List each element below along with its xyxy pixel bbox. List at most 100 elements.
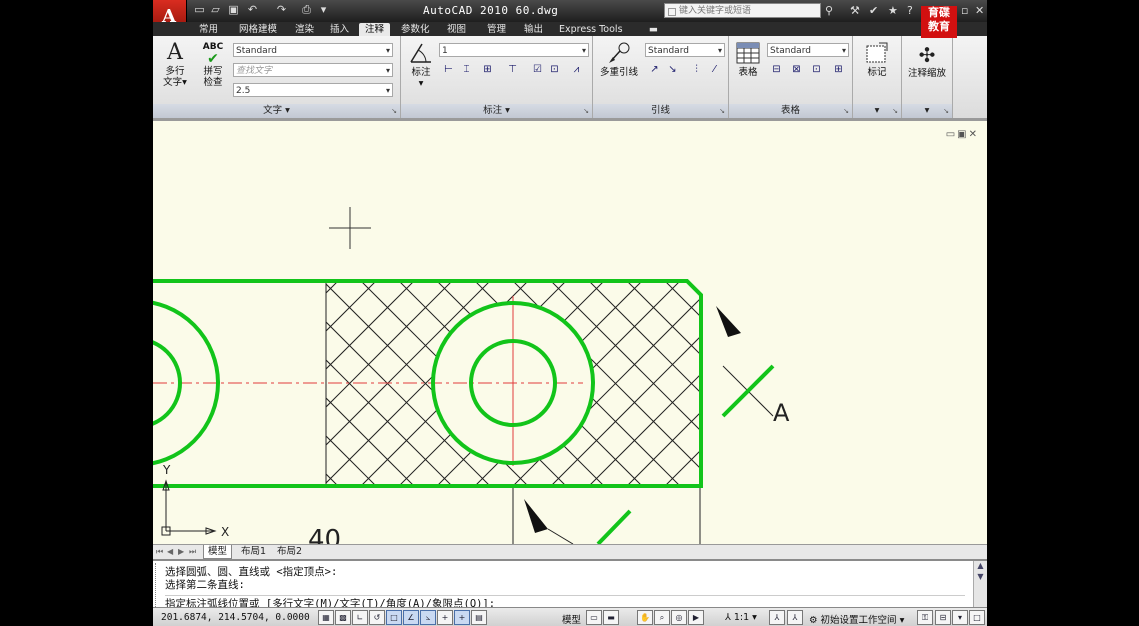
annotation-scale-status[interactable]: ⅄ 1:1 ▾ [725, 612, 757, 623]
dim-continue-icon[interactable]: ⊤ [505, 63, 520, 77]
drawing-canvas[interactable]: ▭▣✕ A 40 Y X [153, 121, 987, 544]
table-button[interactable]: 表格 [733, 42, 763, 78]
dim-jog-icon[interactable]: ⊡ [547, 63, 562, 77]
dim-linear-icon[interactable]: ⊢ [441, 63, 456, 77]
ortho-mode-icon[interactable]: ∟ [352, 610, 368, 625]
markup-button[interactable]: 标记 [861, 42, 893, 78]
open-icon[interactable]: ▱ [209, 4, 222, 16]
dim-space-icon[interactable]: ⊞ [480, 63, 495, 77]
tab-home[interactable]: 常用 [193, 23, 224, 36]
pan-icon[interactable]: ✋ [637, 610, 653, 625]
command-grip[interactable] [155, 563, 161, 607]
find-text-input[interactable]: 查找文字 [233, 63, 393, 78]
isolate-icon[interactable]: ⊟ [935, 610, 951, 625]
scroll-up-icon[interactable]: ▲ [974, 561, 987, 570]
workspace-switch[interactable]: ⚙ 初始设置工作空间 ▾ [809, 612, 904, 626]
command-window[interactable]: 选择圆弧、圆、直线或 <指定顶点>: 选择第二条直线: 指定标注弧线位置或 [多… [153, 559, 987, 610]
leader-collect-icon[interactable]: ⁄ [707, 63, 722, 77]
zoom-icon[interactable]: ⌕ [654, 610, 670, 625]
tab-view[interactable]: 视图 [441, 23, 472, 36]
first-tab-icon[interactable]: ⏮ [156, 547, 163, 557]
status-menu-icon[interactable]: ▾ [952, 610, 968, 625]
table-link-icon[interactable]: ⊠ [789, 63, 804, 77]
save-icon[interactable]: ▣ [227, 4, 240, 16]
scroll-down-icon[interactable]: ▼ [974, 572, 987, 581]
table-download-icon[interactable]: ⊡ [809, 63, 824, 77]
annotation-scale-button[interactable]: ✣ 注释缩放 [904, 42, 950, 79]
dimension-dropdown-icon[interactable]: ▾ [405, 78, 437, 89]
quick-view-drawings-icon[interactable]: ▬ [603, 610, 619, 625]
ducs-icon[interactable]: ⦣ [420, 610, 436, 625]
leader-align-icon[interactable]: ⫶ [689, 63, 704, 77]
close-icon[interactable]: ✕ [975, 4, 984, 17]
quick-properties-icon[interactable]: ▤ [471, 610, 487, 625]
multiline-text-button[interactable]: A 多行 文字▾ [159, 40, 191, 88]
dimension-button[interactable]: 标注 ▾ [405, 40, 437, 89]
table-extract-icon[interactable]: ⊟ [769, 63, 784, 77]
multileader-button[interactable]: 多重引线 [597, 40, 641, 78]
multiline-dropdown-icon[interactable]: ▾ [182, 77, 187, 88]
tab-layout2[interactable]: 布局2 [273, 545, 306, 558]
text-style-select[interactable]: Standard [233, 43, 393, 58]
new-icon[interactable]: ▭ [193, 4, 206, 16]
search-input[interactable]: 键入关键字或短语 [664, 3, 821, 18]
tab-annotate[interactable]: 注释 [359, 23, 391, 36]
quick-view-layouts-icon[interactable]: ▭ [586, 610, 602, 625]
table-upload-icon[interactable]: ⊞ [831, 63, 846, 77]
table-panel-title[interactable]: 表格 [729, 104, 852, 118]
object-snap-tracking-icon[interactable]: ∠ [403, 610, 419, 625]
dynamic-input-icon[interactable]: + [437, 610, 453, 625]
lineweight-icon[interactable]: + [454, 610, 470, 625]
redo-icon[interactable]: ↷ [275, 4, 288, 16]
leader-panel-title[interactable]: 引线 [593, 104, 728, 118]
command-scrollbar[interactable]: ▲ ▼ [973, 561, 987, 609]
last-tab-icon[interactable]: ⏭ [189, 547, 196, 557]
snap-mode-icon[interactable]: ▦ [318, 610, 334, 625]
clean-screen-icon[interactable]: □ [969, 610, 985, 625]
spell-check-button[interactable]: ABC ✔ 拼写 检查 [197, 42, 229, 88]
dim-inspect-icon[interactable]: ☑ [530, 63, 545, 77]
tab-insert[interactable]: 插入 [324, 23, 355, 36]
mleader-style-select[interactable]: Standard [645, 43, 725, 58]
model-space-label[interactable]: 模型 [562, 612, 581, 626]
prev-tab-icon[interactable]: ◀ [167, 547, 173, 556]
object-snap-icon[interactable]: □ [386, 610, 402, 625]
dim-oblique-icon[interactable]: ⩘ [569, 63, 584, 77]
tab-model[interactable]: 模型 [203, 545, 233, 559]
leader-add-icon[interactable]: ↗ [647, 63, 662, 77]
table-style-select[interactable]: Standard [767, 43, 849, 58]
annotation-visibility-icon[interactable]: ⅄ [769, 610, 785, 625]
coordinate-readout[interactable]: 201.6874, 214.5704, 0.0000 [161, 612, 310, 623]
tab-render[interactable]: 渲染 [289, 23, 320, 36]
polar-tracking-icon[interactable]: ↺ [369, 610, 385, 625]
text-panel-title[interactable]: 文字 ▾ [153, 104, 400, 118]
auto-scale-icon[interactable]: ⅄ [787, 610, 803, 625]
qa-dropdown-icon[interactable]: ▾ [317, 4, 330, 16]
dimension-panel-title[interactable]: 标注 ▾ [401, 104, 592, 118]
print-icon[interactable]: ⎙ [300, 4, 313, 16]
dim-break-icon[interactable]: ⌶ [459, 63, 474, 77]
showmotion-icon[interactable]: ▶ [688, 610, 704, 625]
restore-icon[interactable]: ▫ [961, 4, 968, 17]
markup-panel-title[interactable]: ▾ [853, 104, 901, 118]
tab-output[interactable]: 输出 [518, 23, 549, 36]
undo-icon[interactable]: ↶ [246, 4, 259, 16]
lock-icon[interactable]: ⚿ [917, 610, 933, 625]
tab-parametric[interactable]: 参数化 [395, 23, 436, 36]
tab-express-tools[interactable]: Express Tools [553, 23, 629, 36]
next-tab-icon[interactable]: ▶ [178, 547, 184, 556]
text-height-select[interactable]: 2.5 [233, 83, 393, 98]
communication-icon[interactable]: ⚒ [850, 4, 860, 17]
grid-display-icon[interactable]: ▩ [335, 610, 351, 625]
leader-remove-icon[interactable]: ↘ [665, 63, 680, 77]
binoculars-icon[interactable]: ⚲ [825, 4, 833, 17]
tab-toggle-icon[interactable]: ▬ [643, 23, 664, 36]
tab-layout1[interactable]: 布局1 [237, 545, 270, 558]
tab-mesh-modeling[interactable]: 网格建模 [233, 23, 283, 36]
help-icon[interactable]: ? [907, 4, 913, 17]
dim-style-select[interactable]: 1 [439, 43, 589, 58]
subscription-icon[interactable]: ✔ [869, 4, 878, 17]
tab-manage[interactable]: 管理 [481, 23, 512, 36]
favorites-icon[interactable]: ★ [888, 4, 898, 17]
annotation-scale-panel-title[interactable]: ▾ [902, 104, 952, 118]
